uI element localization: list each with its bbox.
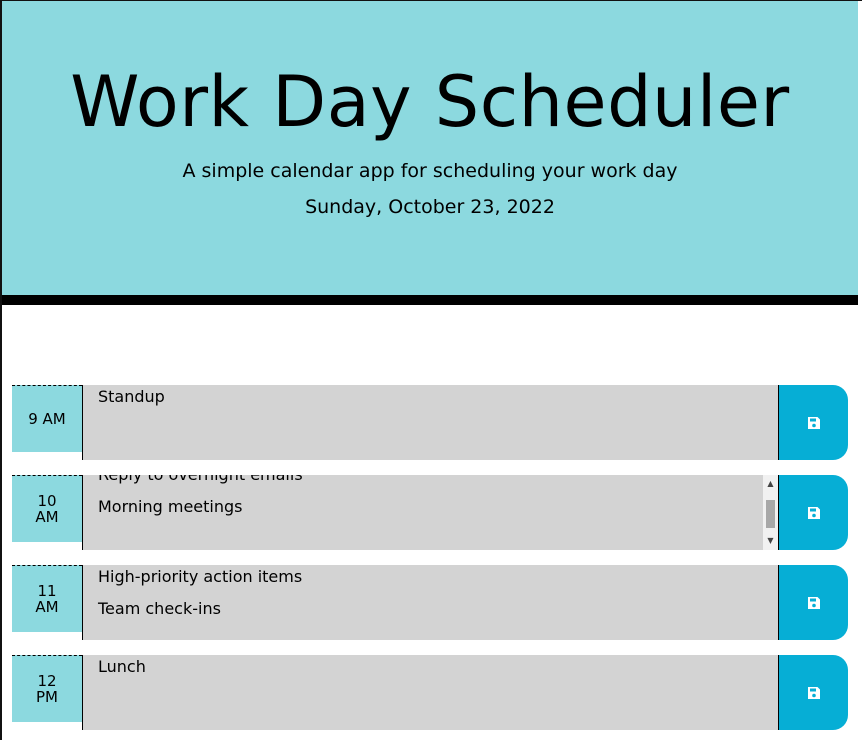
time-block-11am: 11 AM High-priority action items Team ch…: [12, 565, 848, 640]
scrollbar[interactable]: ▲ ▼: [763, 475, 778, 550]
floppy-disk-icon: [807, 596, 820, 609]
save-button[interactable]: [778, 385, 848, 460]
scroll-thumb[interactable]: [766, 500, 775, 528]
task-line: Standup: [98, 387, 165, 406]
header: Work Day Scheduler A simple calendar app…: [2, 1, 858, 305]
task-line: Reply to overnight emails: [98, 475, 763, 491]
time-block-9am: 9 AM Standup: [12, 385, 848, 460]
page-subtitle: A simple calendar app for scheduling you…: [182, 160, 678, 182]
hour-label: 9 AM: [12, 385, 82, 452]
hour-label: 11 AM: [12, 565, 82, 632]
task-line: Lunch: [98, 657, 146, 676]
task-line: High-priority action items: [98, 567, 303, 586]
time-block-12pm: 12 PM Lunch: [12, 655, 848, 730]
save-button[interactable]: [778, 475, 848, 550]
task-textarea[interactable]: Reply to overnight emails Morning meetin…: [83, 475, 778, 550]
scroll-down-icon[interactable]: ▼: [766, 536, 775, 545]
task-textarea[interactable]: Lunch: [83, 655, 778, 730]
floppy-disk-icon: [807, 416, 820, 429]
page-title: Work Day Scheduler: [70, 61, 790, 143]
floppy-disk-icon: [807, 506, 820, 519]
task-line: Team check-ins: [98, 599, 221, 618]
save-button[interactable]: [778, 565, 848, 640]
task-textarea[interactable]: Standup: [83, 385, 778, 460]
task-textarea[interactable]: High-priority action items Team check-in…: [83, 565, 778, 640]
time-block-10am: 10 AM Reply to overnight emails Morning …: [12, 475, 848, 550]
floppy-disk-icon: [807, 686, 820, 699]
task-line: Morning meetings: [98, 497, 243, 516]
hour-label: 12 PM: [12, 655, 82, 722]
current-day: Sunday, October 23, 2022: [305, 196, 555, 218]
save-button[interactable]: [778, 655, 848, 730]
scroll-up-icon[interactable]: ▲: [766, 479, 775, 488]
hour-label: 10 AM: [12, 475, 82, 542]
